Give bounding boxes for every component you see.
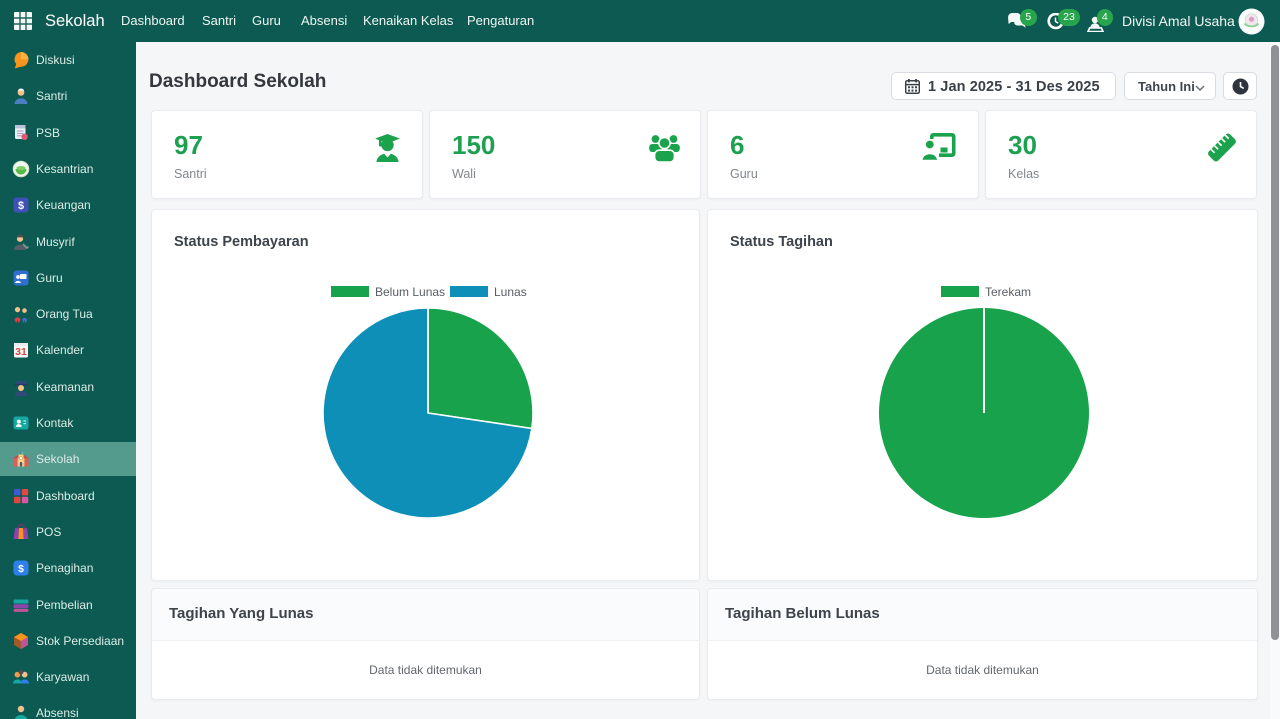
svg-text:$: $ <box>18 563 24 575</box>
svg-text:$: $ <box>18 200 24 212</box>
svg-text:Terekam: Terekam <box>985 285 1031 299</box>
svg-text:31: 31 <box>15 346 27 358</box>
svg-text:Lunas: Lunas <box>494 285 527 299</box>
svg-text:Belum Lunas: Belum Lunas <box>375 285 445 299</box>
